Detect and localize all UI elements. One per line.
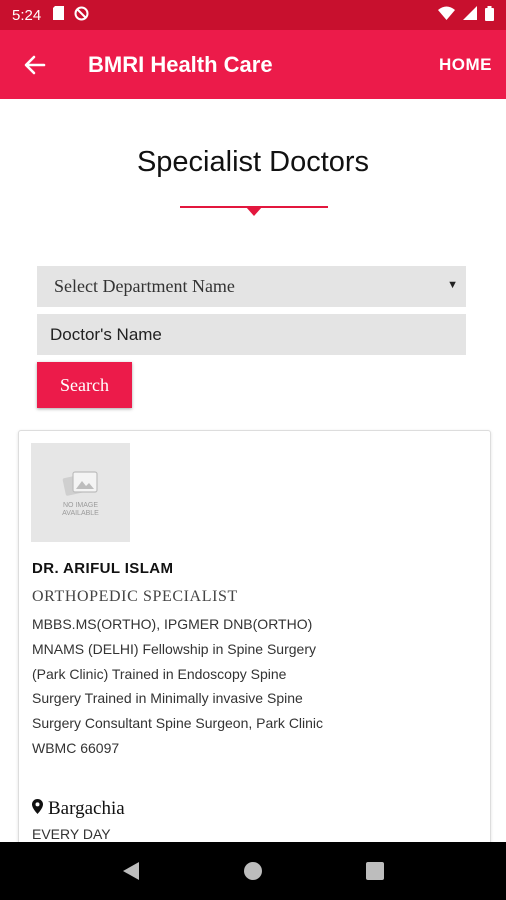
app-title: BMRI Health Care (88, 51, 273, 77)
battery-icon (485, 5, 494, 25)
nav-recents-icon (366, 862, 384, 880)
search-button[interactable]: Search (37, 362, 132, 408)
system-nav-bar (0, 842, 506, 900)
app-bar: BMRI Health Care HOME (0, 30, 506, 99)
sim-icon (53, 6, 65, 24)
department-select[interactable]: Select Department Name ▼ (37, 266, 466, 307)
title-divider-caret (246, 207, 262, 216)
location-pin-icon (32, 798, 43, 820)
back-button[interactable] (0, 30, 70, 99)
location-name: Bargachia (48, 798, 125, 819)
no-image-icon (62, 470, 98, 496)
doctor-name-input[interactable] (37, 314, 466, 355)
dropdown-caret-icon: ▼ (447, 279, 458, 291)
status-bar: 5:24 (0, 0, 506, 30)
do-not-disturb-icon (74, 6, 89, 25)
doctor-location: Bargachia (32, 798, 125, 820)
doctor-specialty: ORTHOPEDIC SPECIALIST (32, 588, 238, 605)
doctor-card[interactable]: NO IMAGE AVAILABLE DR. ARIFUL ISLAM ORTH… (18, 430, 491, 860)
doctor-schedule: EVERY DAY (32, 826, 111, 842)
nav-back-icon (123, 862, 139, 880)
nav-home-button[interactable] (233, 851, 273, 891)
back-arrow-icon (24, 55, 46, 74)
nav-recents-button[interactable] (355, 851, 395, 891)
doctor-qualifications: MBBS.MS(ORTHO), IPGMER DNB(ORTHO) MNAMS … (32, 616, 324, 756)
no-image-text: NO IMAGE AVAILABLE (62, 501, 99, 517)
doctor-name: DR. ARIFUL ISLAM (32, 560, 174, 577)
home-link[interactable]: HOME (439, 55, 492, 75)
nav-home-icon (244, 862, 262, 880)
department-select-value: Select Department Name (54, 276, 235, 296)
signal-icon (463, 6, 477, 24)
page-title: Specialist Doctors (136, 146, 370, 178)
status-time: 5:24 (12, 6, 42, 24)
doctor-photo: NO IMAGE AVAILABLE (31, 443, 130, 542)
wifi-icon (438, 6, 455, 24)
nav-back-button[interactable] (111, 851, 151, 891)
